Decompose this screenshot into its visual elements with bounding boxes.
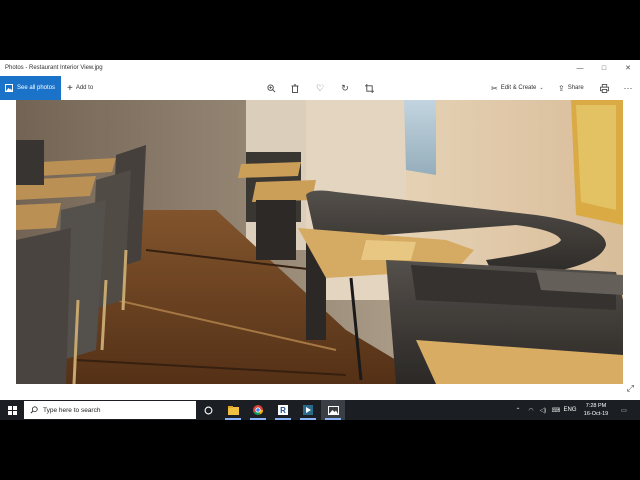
media-app-button[interactable] [296,400,320,420]
rotate-icon: ↻ [341,82,349,93]
favorite-button[interactable]: ♡ [313,81,327,95]
print-icon [599,83,609,93]
start-button[interactable] [0,400,24,420]
zoom-button[interactable] [264,81,278,95]
network-icon[interactable]: ◠ [526,400,536,420]
search-placeholder: Type here to search [43,406,101,414]
minimize-icon: — [576,64,584,72]
svg-text:R: R [280,406,286,415]
language-indicator[interactable]: ENG [563,400,577,420]
taskbar: Type here to search R ⌃ ◠ ◁) ⌨ ENG 7:28 … [0,400,640,420]
see-all-photos-label: See all photos [17,85,56,91]
share-icon: ⇪ [558,83,565,93]
photo-viewer: ⤢ [0,100,640,400]
window-title: Photos - Restaurant Interior View.jpg [5,65,103,71]
plus-icon: + [67,82,73,94]
edit-icon: ✂ [491,83,498,93]
windows-icon [7,405,17,415]
photos-icon [327,405,339,415]
delete-button[interactable] [288,81,302,95]
title-bar: Photos - Restaurant Interior View.jpg — … [0,60,640,76]
crop-button[interactable] [362,81,376,95]
rotate-button[interactable]: ↻ [338,81,352,95]
clock[interactable]: 7:28 PM 16-Oct-19 [580,402,612,418]
see-all-photos-button[interactable]: See all photos [0,76,61,100]
cortana-icon [204,406,212,414]
crop-icon [364,83,374,93]
file-explorer-button[interactable] [221,400,245,420]
search-icon [30,406,38,414]
toolbar: See all photos + Add to ♡ ↻ ✂ Edit & Cre… [0,76,640,100]
minimize-button[interactable]: — [568,60,592,76]
add-to-label: Add to [75,85,94,91]
notifications-icon[interactable]: ▭ [618,400,630,420]
add-to-button[interactable]: + Add to [67,76,93,100]
volume-icon[interactable]: ◁) [538,400,548,420]
file-explorer-icon [227,405,239,415]
chrome-icon [253,405,263,415]
expand-icon[interactable]: ⤢ [627,383,634,394]
clock-time: 7:28 PM [585,403,607,409]
trash-icon [291,83,299,93]
print-button[interactable] [597,81,611,95]
more-options-button[interactable]: ··· [621,81,635,95]
photos-window: Photos - Restaurant Interior View.jpg — … [0,60,640,420]
revit-icon: R [278,405,288,415]
gallery-icon [5,84,13,92]
tray-chevron-icon[interactable]: ⌃ [513,400,523,420]
taskbar-search-box[interactable]: Type here to search [24,401,196,419]
revit-button[interactable]: R [271,400,295,420]
edit-create-label: Edit & Create [500,85,537,91]
keyboard-icon[interactable]: ⌨ [550,400,562,420]
photos-taskbar-button[interactable] [321,400,345,420]
edit-create-button[interactable]: ✂ Edit & Create ⌄ [491,76,544,100]
cortana-button[interactable] [196,400,220,420]
chrome-button[interactable] [246,400,270,420]
restaurant-interior-photo [16,100,623,384]
maximize-icon: □ [601,64,607,72]
share-button[interactable]: ⇪ Share [558,76,584,100]
maximize-button[interactable]: □ [592,60,616,76]
close-button[interactable]: ✕ [616,60,640,76]
close-icon: ✕ [625,65,631,72]
share-label: Share [567,85,584,91]
more-icon: ··· [623,83,633,93]
clock-date: 16-Oct-19 [583,411,609,417]
zoom-in-icon [266,83,275,92]
heart-icon: ♡ [315,82,325,93]
media-app-icon [303,405,313,415]
chevron-down-icon: ⌄ [539,85,544,91]
